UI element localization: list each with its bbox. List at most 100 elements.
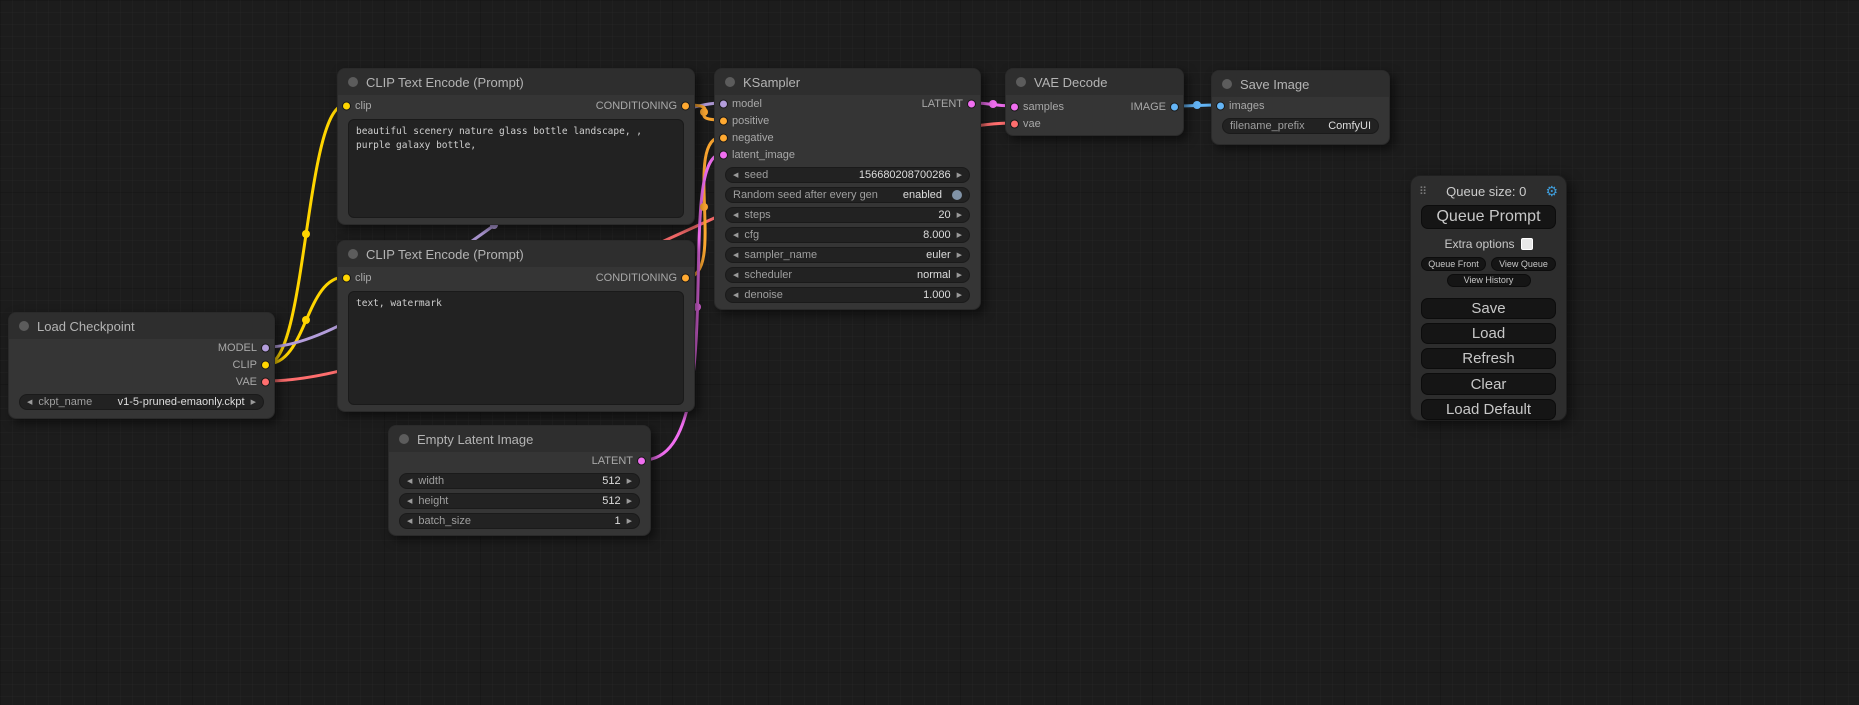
decrement-arrow-icon[interactable]: ◀ — [27, 399, 32, 406]
slot-dot-vae-in[interactable] — [1010, 119, 1019, 128]
decrement-arrow-icon[interactable]: ◀ — [733, 212, 738, 219]
collapse-dot[interactable] — [725, 77, 735, 87]
collapse-dot[interactable] — [19, 321, 29, 331]
output-slot-label: CLIP — [233, 359, 257, 371]
increment-arrow-icon[interactable]: ▶ — [627, 518, 632, 525]
slot-row: vae — [1006, 115, 1183, 132]
collapse-dot[interactable] — [1222, 79, 1232, 89]
node-title-bar[interactable]: VAE Decode — [1006, 69, 1183, 95]
widget-sampler-name[interactable]: ◀ sampler_name euler ▶ — [725, 247, 970, 263]
seed-toggle-icon[interactable] — [952, 190, 962, 200]
queue-prompt-button[interactable]: Queue Prompt — [1421, 205, 1556, 228]
slot-dot-positive-in[interactable] — [719, 116, 728, 125]
slot-dot-samples-in[interactable] — [1010, 102, 1019, 111]
node-save-image[interactable]: Save Image images filename_prefix ComfyU… — [1211, 70, 1390, 145]
increment-arrow-icon[interactable]: ▶ — [957, 272, 962, 279]
clear-button[interactable]: Clear — [1421, 373, 1556, 394]
collapse-dot[interactable] — [399, 434, 409, 444]
link-clip-to-positive-prompt — [267, 105, 345, 364]
input-slot-label: latent_image — [732, 149, 795, 161]
increment-arrow-icon[interactable]: ▶ — [957, 172, 962, 179]
node-clip-text-encode-negative[interactable]: CLIP Text Encode (Prompt) clip CONDITION… — [337, 240, 695, 412]
widget-seed[interactable]: ◀ seed 156680208700286 ▶ — [725, 167, 970, 183]
node-title-bar[interactable]: Empty Latent Image — [389, 426, 650, 452]
slot-dot-model-in[interactable] — [719, 99, 728, 108]
slot-dot-latent-out[interactable] — [637, 456, 646, 465]
slot-dot-image-out[interactable] — [1170, 102, 1179, 111]
extra-options-checkbox[interactable] — [1521, 238, 1533, 250]
settings-gear-icon[interactable]: ⚙ — [1545, 183, 1558, 200]
node-vae-decode[interactable]: VAE Decode samples IMAGE vae — [1005, 68, 1184, 136]
decrement-arrow-icon[interactable]: ◀ — [407, 478, 412, 485]
queue-actions-row: Queue Front View Queue — [1421, 257, 1556, 271]
collapse-dot[interactable] — [348, 249, 358, 259]
slot-dot-clip-out[interactable] — [261, 360, 270, 369]
node-title-bar[interactable]: Load Checkpoint — [9, 313, 274, 339]
node-title-bar[interactable]: KSampler — [715, 69, 980, 95]
view-history-button[interactable]: View History — [1447, 274, 1531, 287]
save-button[interactable]: Save — [1421, 298, 1556, 319]
output-slot-label: IMAGE — [1131, 101, 1166, 113]
output-slot-latent: LATENT — [389, 452, 650, 469]
widget-cfg[interactable]: ◀ cfg 8.000 ▶ — [725, 227, 970, 243]
slot-dot-latent-in[interactable] — [719, 150, 728, 159]
increment-arrow-icon[interactable]: ▶ — [251, 399, 256, 406]
refresh-button[interactable]: Refresh — [1421, 348, 1556, 369]
link-midpoint-dot — [302, 316, 310, 324]
increment-arrow-icon[interactable]: ▶ — [957, 232, 962, 239]
load-default-button[interactable]: Load Default — [1421, 399, 1556, 420]
node-title-bar[interactable]: CLIP Text Encode (Prompt) — [338, 69, 694, 95]
view-queue-button[interactable]: View Queue — [1491, 257, 1556, 271]
slot-dot-vae-out[interactable] — [261, 377, 270, 386]
positive-prompt-textarea[interactable]: beautiful scenery nature glass bottle la… — [348, 119, 684, 218]
slot-dot-model-out[interactable] — [261, 343, 270, 352]
node-clip-text-encode-positive[interactable]: CLIP Text Encode (Prompt) clip CONDITION… — [337, 68, 695, 225]
load-button[interactable]: Load — [1421, 323, 1556, 344]
widget-denoise[interactable]: ◀ denoise 1.000 ▶ — [725, 287, 970, 303]
slot-dot-conditioning-out[interactable] — [681, 102, 690, 111]
decrement-arrow-icon[interactable]: ◀ — [733, 292, 738, 299]
collapse-dot[interactable] — [1016, 77, 1026, 87]
increment-arrow-icon[interactable]: ▶ — [627, 498, 632, 505]
widget-steps[interactable]: ◀ steps 20 ▶ — [725, 207, 970, 223]
node-load-checkpoint[interactable]: Load Checkpoint MODEL CLIP VAE ◀ ckpt_na… — [8, 312, 275, 419]
widget-label: denoise — [744, 289, 783, 301]
output-slot-model: MODEL — [9, 339, 274, 356]
node-title-bar[interactable]: Save Image — [1212, 71, 1389, 97]
negative-prompt-textarea[interactable]: text, watermark — [348, 291, 684, 405]
increment-arrow-icon[interactable]: ▶ — [957, 212, 962, 219]
increment-arrow-icon[interactable]: ▶ — [957, 252, 962, 259]
slot-dot-negative-in[interactable] — [719, 133, 728, 142]
decrement-arrow-icon[interactable]: ◀ — [733, 272, 738, 279]
widget-label: Random seed after every gen — [733, 189, 878, 201]
output-slot-label: LATENT — [922, 98, 963, 110]
decrement-arrow-icon[interactable]: ◀ — [407, 498, 412, 505]
decrement-arrow-icon[interactable]: ◀ — [733, 232, 738, 239]
widget-random-seed-control[interactable]: Random seed after every gen enabled — [725, 187, 970, 203]
slot-dot-images-in[interactable] — [1216, 101, 1225, 110]
collapse-dot[interactable] — [348, 77, 358, 87]
slot-dot-conditioning-out[interactable] — [681, 274, 690, 283]
drag-handle-icon[interactable]: ⠿ — [1419, 185, 1427, 198]
decrement-arrow-icon[interactable]: ◀ — [407, 518, 412, 525]
slot-dot-clip-in[interactable] — [342, 102, 351, 111]
decrement-arrow-icon[interactable]: ◀ — [733, 172, 738, 179]
node-ksampler[interactable]: KSampler model LATENT positive negative … — [714, 68, 981, 310]
increment-arrow-icon[interactable]: ▶ — [627, 478, 632, 485]
widget-width[interactable]: ◀ width 512 ▶ — [399, 473, 640, 489]
workflow-canvas[interactable]: { "colors": { "clip": "#FFD500", "model"… — [0, 0, 1859, 705]
node-title-bar[interactable]: CLIP Text Encode (Prompt) — [338, 241, 694, 267]
slot-dot-clip-in[interactable] — [342, 274, 351, 283]
decrement-arrow-icon[interactable]: ◀ — [733, 252, 738, 259]
output-slot-clip: CLIP — [9, 356, 274, 373]
widget-filename-prefix[interactable]: filename_prefix ComfyUI — [1222, 118, 1379, 134]
widget-height[interactable]: ◀ height 512 ▶ — [399, 493, 640, 509]
widget-batch-size[interactable]: ◀ batch_size 1 ▶ — [399, 513, 640, 529]
widget-scheduler[interactable]: ◀ scheduler normal ▶ — [725, 267, 970, 283]
increment-arrow-icon[interactable]: ▶ — [957, 292, 962, 299]
slot-dot-latent-out[interactable] — [967, 99, 976, 108]
queue-front-button[interactable]: Queue Front — [1421, 257, 1486, 271]
node-empty-latent-image[interactable]: Empty Latent Image LATENT ◀ width 512 ▶ … — [388, 425, 651, 536]
widget-ckpt-name[interactable]: ◀ ckpt_name v1-5-pruned-emaonly.ckpt ▶ — [19, 394, 264, 410]
widget-value: 1 — [614, 515, 620, 527]
